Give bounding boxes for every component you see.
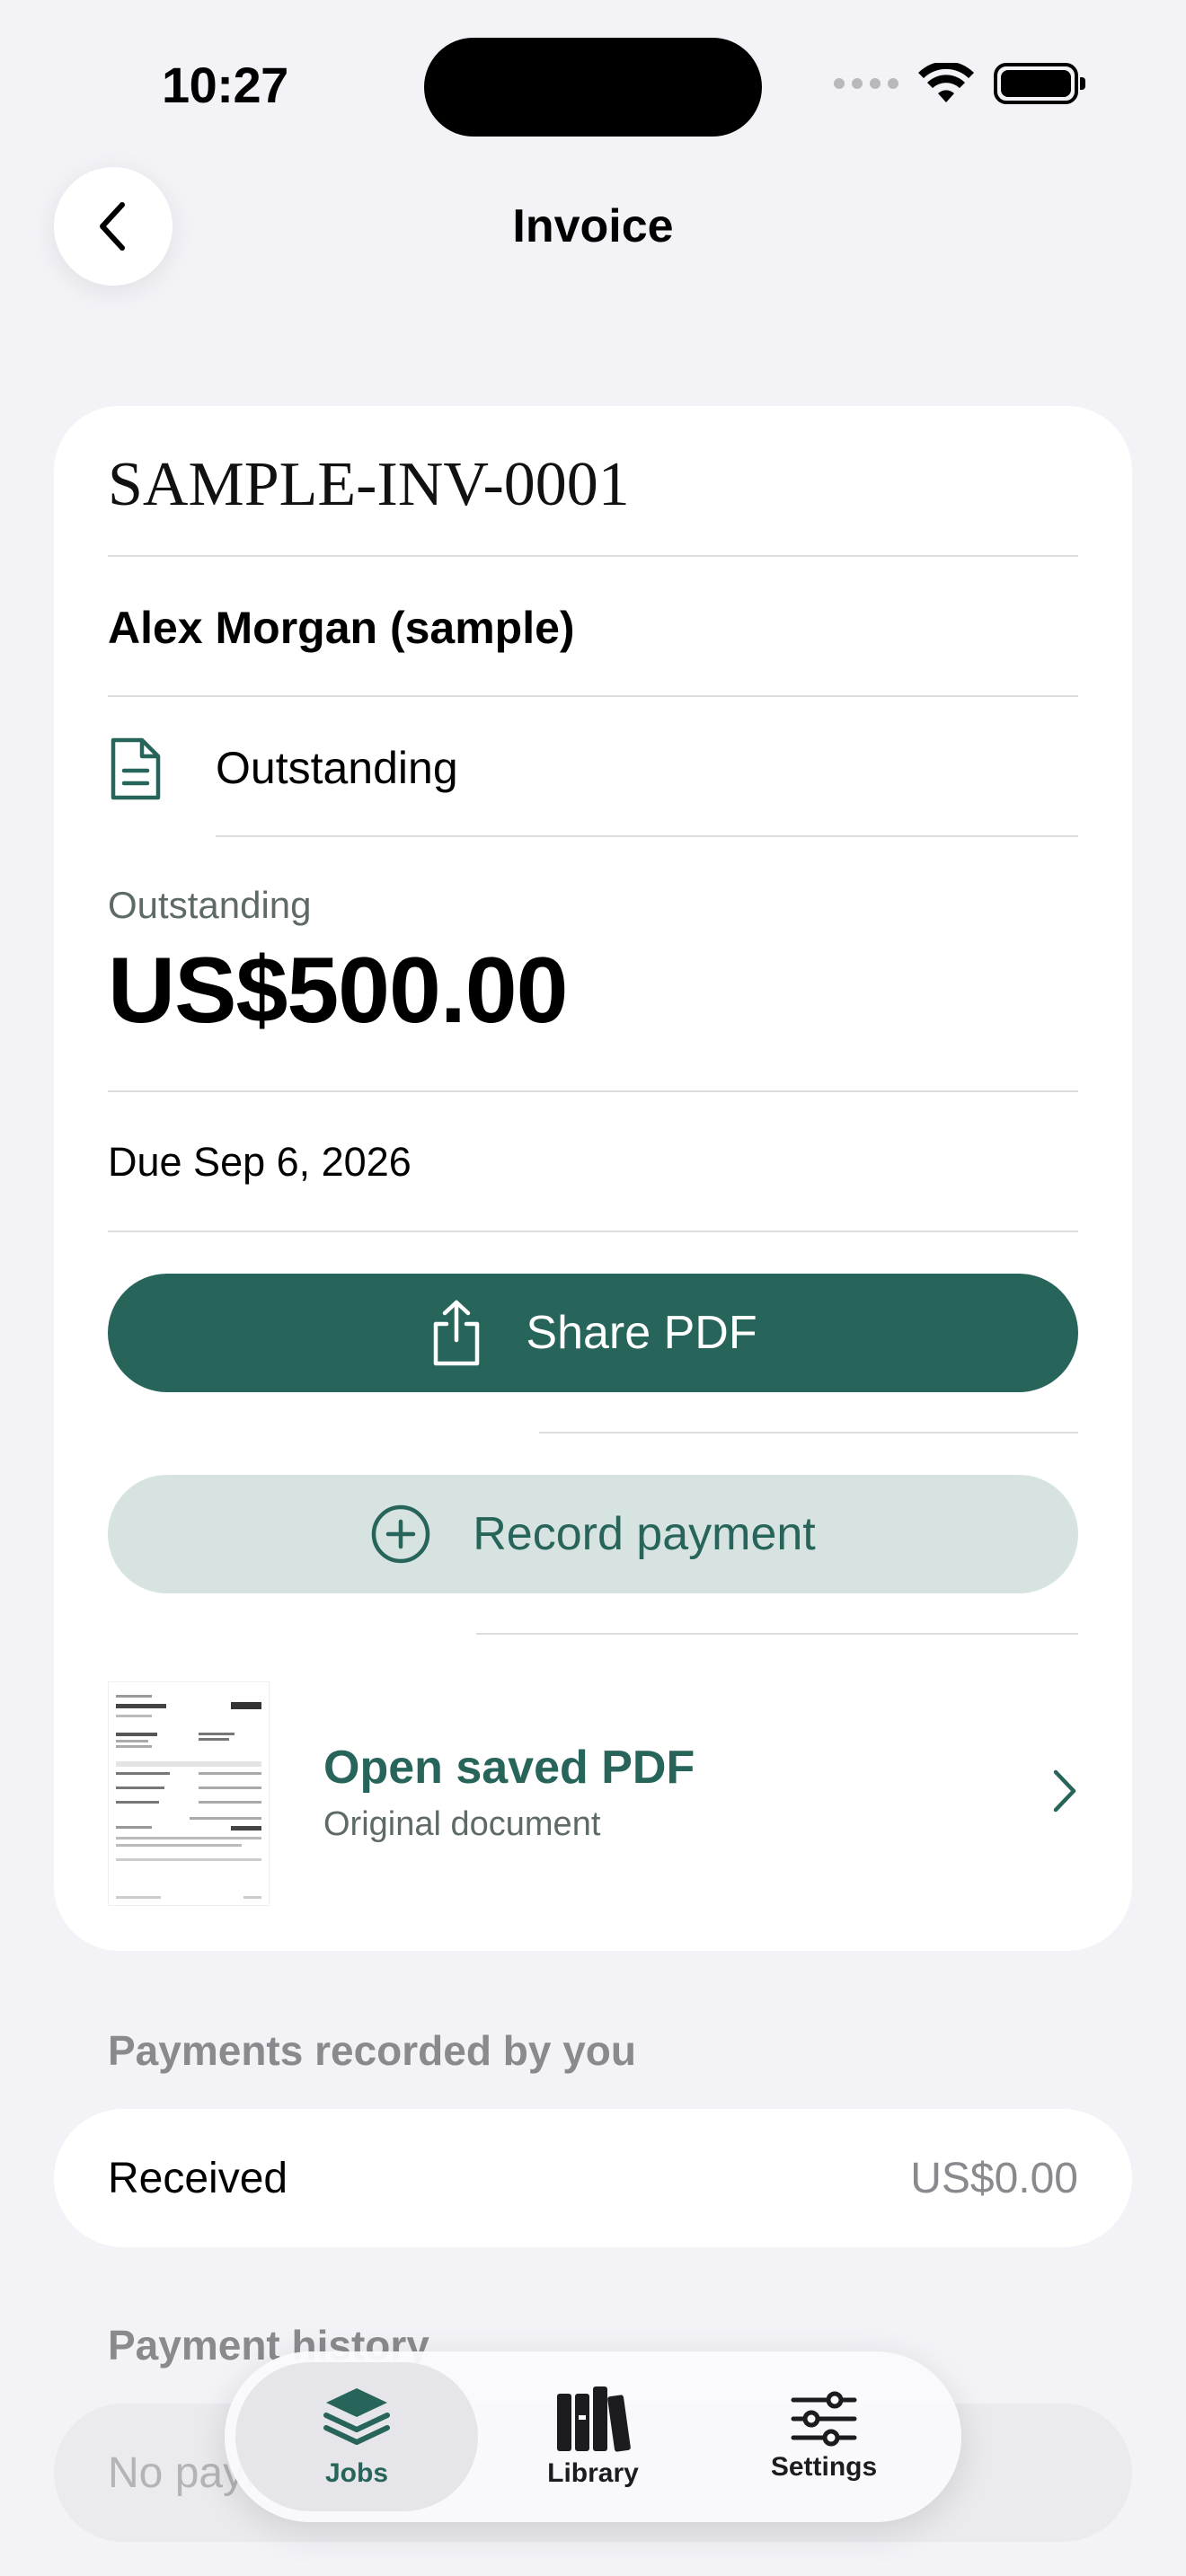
divider <box>108 555 1078 557</box>
books-icon <box>557 2386 631 2452</box>
received-label: Received <box>108 2155 288 2202</box>
record-payment-button[interactable]: Record payment <box>108 1475 1078 1593</box>
tab-bar: Jobs Library Settings <box>225 2351 961 2522</box>
chevron-right-icon <box>1053 1769 1076 1813</box>
open-pdf-title: Open saved PDF <box>323 1742 695 1794</box>
divider <box>108 695 1078 697</box>
invoice-card: SAMPLE-INV-0001 Alex Morgan (sample) Out… <box>54 406 1132 1951</box>
dynamic-island <box>424 38 762 137</box>
client-name: Alex Morgan (sample) <box>108 603 575 653</box>
divider <box>539 1432 1078 1434</box>
invoice-status: Outstanding <box>216 743 458 793</box>
tab-jobs-label: Jobs <box>324 2458 389 2488</box>
tab-jobs[interactable]: Jobs <box>235 2362 478 2511</box>
share-pdf-button[interactable]: Share PDF <box>108 1274 1078 1392</box>
outstanding-amount: US$500.00 <box>108 939 568 1043</box>
page-title: Invoice <box>512 200 674 252</box>
received-value: US$0.00 <box>910 2155 1078 2202</box>
divider <box>216 835 1078 837</box>
divider <box>108 1090 1078 1092</box>
share-icon <box>434 1300 480 1366</box>
status-icons <box>834 63 1085 104</box>
tab-library[interactable]: Library <box>472 2362 714 2511</box>
share-pdf-label: Share PDF <box>526 1307 757 1359</box>
stack-icon <box>323 2388 390 2445</box>
divider <box>108 1231 1078 1232</box>
status-time: 10:27 <box>162 57 288 113</box>
tab-settings[interactable]: Settings <box>703 2362 945 2511</box>
due-date: Due Sep 6, 2026 <box>108 1139 412 1185</box>
tab-settings-label: Settings <box>770 2452 878 2482</box>
battery-icon <box>994 63 1085 104</box>
open-saved-pdf-row[interactable]: Open saved PDF Original document <box>108 1681 1078 1915</box>
record-payment-label: Record payment <box>473 1508 816 1560</box>
wifi-icon <box>918 63 974 102</box>
tab-library-label: Library <box>547 2458 639 2488</box>
sliders-icon <box>791 2391 857 2447</box>
pdf-thumbnail <box>108 1681 270 1906</box>
outstanding-label: Outstanding <box>108 884 312 926</box>
invoice-number: SAMPLE-INV-0001 <box>108 450 630 519</box>
invoice-screen: 10:27 Invoice SAMPLE-INV-0001 Alex Morga… <box>0 0 1186 2576</box>
cellular-signal-icon <box>834 78 898 89</box>
plus-circle-icon <box>371 1504 430 1564</box>
divider <box>476 1633 1078 1635</box>
received-row: Received US$0.00 <box>54 2109 1132 2247</box>
payments-section-title: Payments recorded by you <box>108 2027 636 2074</box>
document-icon <box>111 737 161 800</box>
open-pdf-subtitle: Original document <box>323 1805 601 1843</box>
